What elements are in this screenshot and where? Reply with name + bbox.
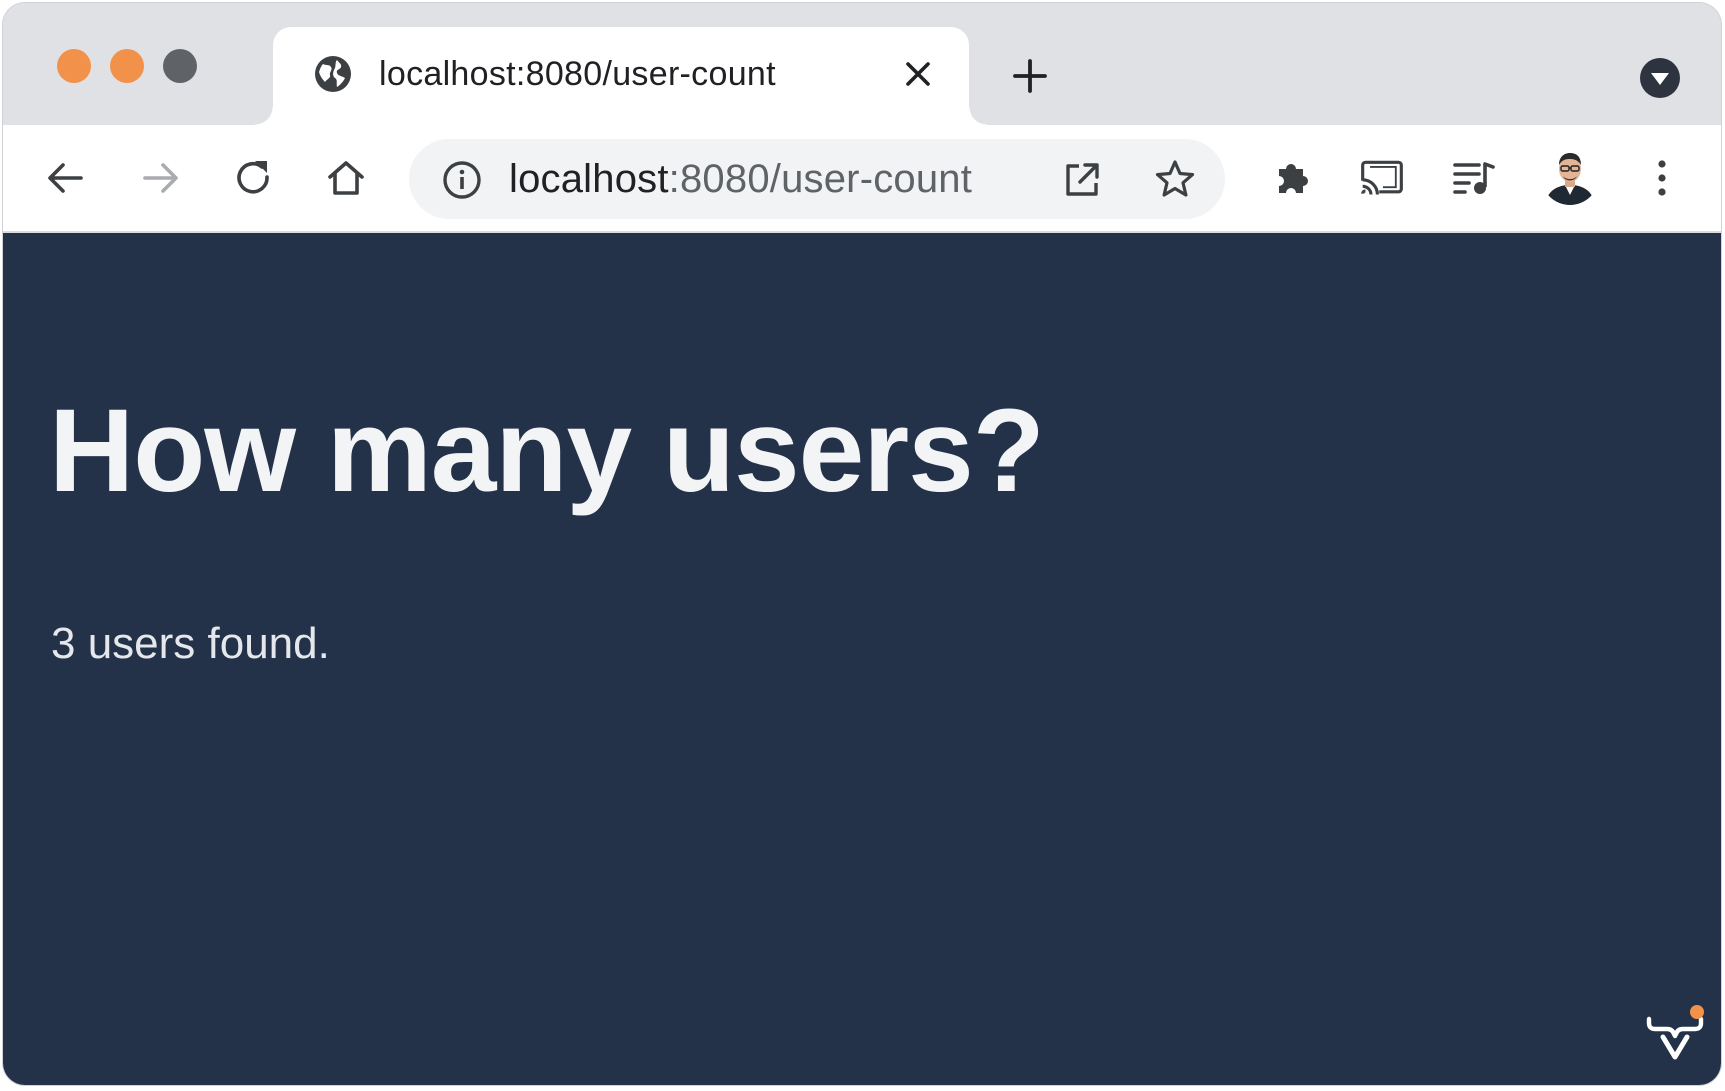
tab-user-count[interactable]: localhost:8080/user-count <box>255 27 987 125</box>
close-icon[interactable] <box>903 59 933 89</box>
info-icon[interactable] <box>441 159 483 201</box>
tab-search-chevron-icon[interactable] <box>1639 57 1681 99</box>
reload-icon[interactable] <box>231 155 277 201</box>
home-icon[interactable] <box>323 155 369 201</box>
tab-strip: localhost:8080/user-count <box>3 3 1721 125</box>
globe-icon <box>315 56 351 92</box>
page-content: How many users? 3 users found. <box>3 233 1721 1085</box>
arrow-right-icon[interactable] <box>137 155 183 201</box>
address-host: localhost <box>509 157 669 201</box>
arrow-left-icon[interactable] <box>43 155 89 201</box>
open-external-icon[interactable] <box>1061 159 1103 201</box>
tab-title: localhost:8080/user-count <box>379 55 776 93</box>
media-queue-icon[interactable] <box>1451 155 1497 201</box>
address-url[interactable]: localhost:8080/user-count <box>509 157 972 202</box>
puzzle-icon[interactable] <box>1269 155 1315 201</box>
profile-picture <box>1541 147 1599 205</box>
user-count-message: 3 users found. <box>51 619 330 668</box>
address-path: :8080/user-count <box>668 157 973 201</box>
close-window-button[interactable] <box>57 49 91 83</box>
page-title: How many users? <box>49 385 1045 517</box>
cast-icon[interactable] <box>1359 155 1405 201</box>
browser-toolbar: localhost:8080/user-count <box>3 125 1721 233</box>
address-bar[interactable]: localhost:8080/user-count <box>409 139 1225 219</box>
minimize-window-button[interactable] <box>110 49 144 83</box>
maximize-window-button[interactable] <box>163 49 197 83</box>
new-tab-plus-icon[interactable] <box>1011 57 1049 95</box>
browser-window: localhost:8080/user-count localhost:8080… <box>3 3 1721 1085</box>
star-icon[interactable] <box>1153 157 1197 201</box>
vaadin-logo[interactable] <box>1643 1003 1707 1067</box>
avatar[interactable] <box>1541 147 1599 205</box>
kebab-menu-icon[interactable] <box>1639 155 1685 201</box>
